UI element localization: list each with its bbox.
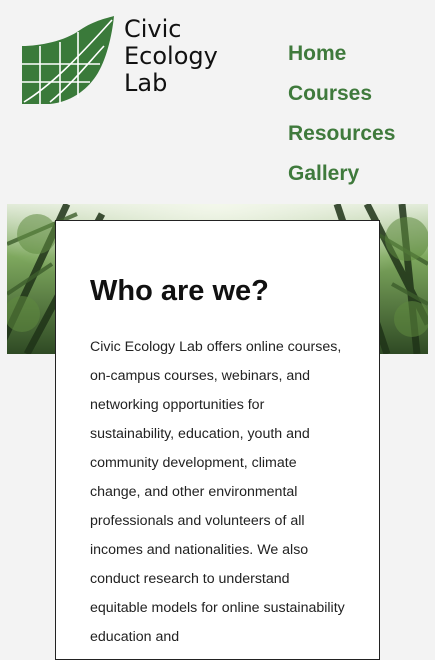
site-header: Civic Ecology Lab Home Courses Resources…: [0, 0, 435, 204]
logo-wordmark: Civic Ecology Lab: [124, 16, 218, 97]
main-nav: Home Courses Resources Gallery: [288, 34, 395, 194]
about-body-text: Civic Ecology Lab offers online courses,…: [90, 339, 345, 645]
logo-line-1: Civic: [124, 15, 182, 43]
logo-line-2: Ecology: [124, 42, 218, 70]
nav-gallery-link[interactable]: Gallery: [288, 154, 395, 194]
leaf-grid-logo-icon: [22, 16, 114, 104]
about-card: Who are we? Civic Ecology Lab offers onl…: [55, 220, 380, 660]
nav-resources-link[interactable]: Resources: [288, 114, 395, 154]
nav-courses-link[interactable]: Courses: [288, 74, 395, 114]
site-logo[interactable]: Civic Ecology Lab: [20, 16, 230, 106]
nav-home-link[interactable]: Home: [288, 34, 395, 74]
about-heading: Who are we?: [90, 275, 269, 307]
logo-line-3: Lab: [124, 69, 168, 97]
